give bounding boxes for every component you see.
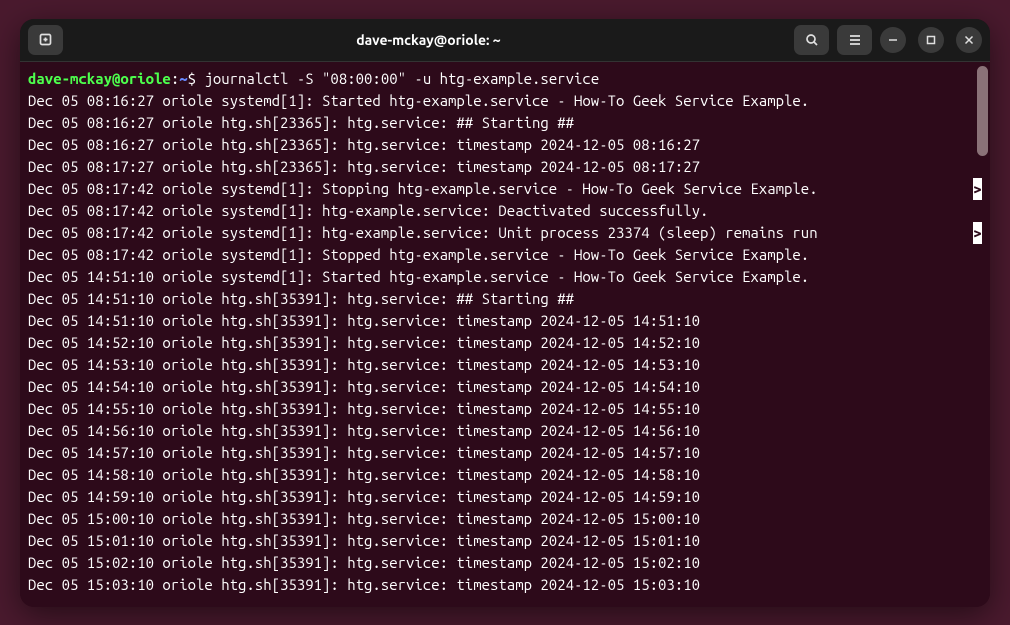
log-line: Dec 05 14:55:10 oriole htg.sh[35391]: ht… bbox=[28, 398, 982, 420]
prompt-colon: : bbox=[171, 70, 179, 87]
log-line: Dec 05 08:17:42 oriole systemd[1]: htg-e… bbox=[28, 222, 982, 244]
prompt-path: ~ bbox=[179, 70, 187, 87]
log-output: Dec 05 08:16:27 oriole systemd[1]: Start… bbox=[28, 90, 982, 596]
log-line: Dec 05 14:59:10 oriole htg.sh[35391]: ht… bbox=[28, 486, 982, 508]
prompt-dollar: $ bbox=[188, 70, 196, 87]
window-controls bbox=[880, 27, 982, 53]
search-button[interactable] bbox=[794, 25, 829, 55]
log-line: Dec 05 14:53:10 oriole htg.sh[35391]: ht… bbox=[28, 354, 982, 376]
log-line: Dec 05 08:16:27 oriole htg.sh[23365]: ht… bbox=[28, 112, 982, 134]
log-line: Dec 05 14:51:10 oriole htg.sh[35391]: ht… bbox=[28, 310, 982, 332]
log-line: Dec 05 14:51:10 oriole htg.sh[35391]: ht… bbox=[28, 288, 982, 310]
log-line: Dec 05 08:17:42 oriole systemd[1]: Stopp… bbox=[28, 178, 982, 200]
truncation-marker: > bbox=[973, 178, 982, 200]
titlebar: dave-mckay@oriole: ~ bbox=[20, 19, 990, 62]
command-text: journalctl -S "08:00:00" -u htg-example.… bbox=[196, 70, 599, 87]
terminal-window: dave-mckay@oriole: ~ bbox=[20, 19, 990, 607]
terminal-content[interactable]: dave-mckay@oriole:~$ journalctl -S "08:0… bbox=[20, 62, 990, 607]
log-line: Dec 05 15:02:10 oriole htg.sh[35391]: ht… bbox=[28, 552, 982, 574]
prompt-user-host: dave-mckay@oriole bbox=[28, 70, 171, 87]
log-line: Dec 05 08:17:42 oriole systemd[1]: Stopp… bbox=[28, 244, 982, 266]
window-title: dave-mckay@oriole: ~ bbox=[71, 32, 786, 48]
new-tab-button[interactable] bbox=[28, 25, 63, 55]
close-button[interactable] bbox=[956, 27, 982, 53]
log-line: Dec 05 14:51:10 oriole systemd[1]: Start… bbox=[28, 266, 982, 288]
maximize-button[interactable] bbox=[918, 27, 944, 53]
prompt-line: dave-mckay@oriole:~$ journalctl -S "08:0… bbox=[28, 68, 982, 90]
log-line: Dec 05 08:17:42 oriole systemd[1]: htg-e… bbox=[28, 200, 982, 222]
log-line: Dec 05 08:16:27 oriole systemd[1]: Start… bbox=[28, 90, 982, 112]
log-line: Dec 05 14:54:10 oriole htg.sh[35391]: ht… bbox=[28, 376, 982, 398]
truncation-marker: > bbox=[973, 222, 982, 244]
log-line: Dec 05 08:16:27 oriole htg.sh[23365]: ht… bbox=[28, 134, 982, 156]
log-line: Dec 05 14:56:10 oriole htg.sh[35391]: ht… bbox=[28, 420, 982, 442]
log-line: Dec 05 14:57:10 oriole htg.sh[35391]: ht… bbox=[28, 442, 982, 464]
log-line: Dec 05 08:17:27 oriole htg.sh[23365]: ht… bbox=[28, 156, 982, 178]
log-line: Dec 05 14:52:10 oriole htg.sh[35391]: ht… bbox=[28, 332, 982, 354]
log-line: Dec 05 15:01:10 oriole htg.sh[35391]: ht… bbox=[28, 530, 982, 552]
minimize-button[interactable] bbox=[880, 27, 906, 53]
menu-button[interactable] bbox=[837, 25, 872, 55]
log-line: Dec 05 15:03:10 oriole htg.sh[35391]: ht… bbox=[28, 574, 982, 596]
log-line: Dec 05 15:00:10 oriole htg.sh[35391]: ht… bbox=[28, 508, 982, 530]
log-line: Dec 05 14:58:10 oriole htg.sh[35391]: ht… bbox=[28, 464, 982, 486]
